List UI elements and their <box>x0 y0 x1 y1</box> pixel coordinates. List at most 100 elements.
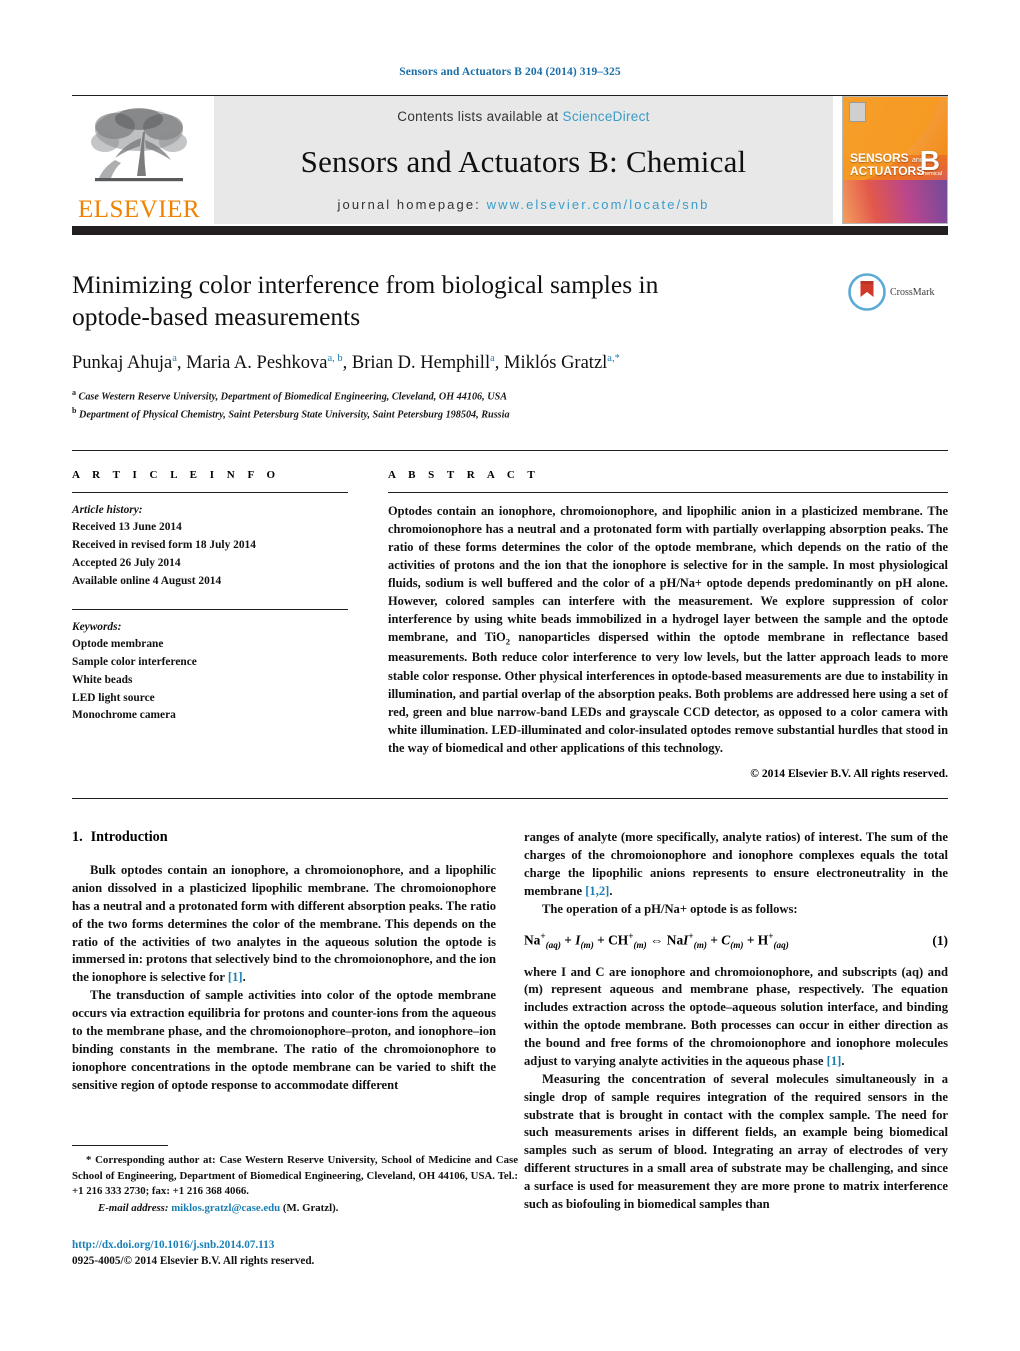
keyword-item: LED light source <box>72 691 155 704</box>
keyword-item: White beads <box>72 673 133 686</box>
issn-copyright-line: 0925-4005/© 2014 Elsevier B.V. All right… <box>72 1254 315 1267</box>
keyword-item: Monochrome camera <box>72 709 176 722</box>
doi-block: http://dx.doi.org/10.1016/j.snb.2014.07.… <box>72 1237 518 1269</box>
paragraph-text-tail: . <box>841 1053 845 1068</box>
homepage-line: journal homepage: www.elsevier.com/locat… <box>338 197 710 212</box>
keyword-item: Optode membrane <box>72 638 164 651</box>
journal-title: Sensors and Actuators B: Chemical <box>300 143 747 179</box>
author-name: Miklós Gratzl <box>504 353 608 374</box>
paragraph: Bulk optodes contain an ionophore, a chr… <box>72 862 496 987</box>
keyword-item: Sample color interference <box>72 656 197 669</box>
elsevier-logo: ELSEVIER <box>72 96 206 224</box>
elsevier-tree-icon <box>91 108 187 182</box>
equation-number: (1) <box>932 932 948 948</box>
running-head: Sensors and Actuators B 204 (2014) 319–3… <box>399 66 621 78</box>
abstract-part1: Optodes contain an ionophore, chromoiono… <box>388 503 948 645</box>
abstract-column: A B S T R A C T Optodes contain an ionop… <box>388 469 948 780</box>
cover-title-line2: ACTUATORS <box>850 164 925 179</box>
author-affil-mark: a <box>490 353 495 365</box>
affiliation-text: Department of Physical Chemistry, Saint … <box>79 409 510 421</box>
info-abstract-row: A R T I C L E I N F O Article history: R… <box>72 469 948 780</box>
author-name: Maria A. Peshkova <box>186 353 328 374</box>
author-affil-mark: a <box>172 353 177 365</box>
author-list: Punkaj Ahujaa, Maria A. Peshkovaa, b, Br… <box>72 353 620 374</box>
banner-bottom-bar <box>72 226 948 235</box>
article-history: Article history: Received 13 June 2014 R… <box>72 502 348 591</box>
article-page: Sensors and Actuators B 204 (2014) 319–3… <box>0 0 1020 1351</box>
section-title: Introduction <box>90 829 168 846</box>
section-number: 1. <box>72 829 83 846</box>
paragraph: where I and C are ionophore and chromoio… <box>524 964 948 1071</box>
crossmark-label: CrossMark <box>890 286 935 298</box>
affiliation-item: a Case Western Reserve University, Depar… <box>72 387 832 405</box>
history-item: Available online 4 August 2014 <box>72 574 222 587</box>
history-item: Received 13 June 2014 <box>72 521 182 534</box>
author-name: Brian D. Hemphill <box>351 353 491 374</box>
cover-letter-b-sub: Chemical <box>919 171 942 178</box>
paragraph: The transduction of sample activities in… <box>72 988 496 1092</box>
affiliation-mark: a <box>72 388 76 398</box>
journal-cover-thumbnail: SENSORS and ACTUATORS B Chemical <box>842 96 948 224</box>
title-block: Minimizing color interference from biolo… <box>72 269 948 424</box>
paragraph-text-tail: . <box>609 883 613 898</box>
contents-line: Contents lists available at ScienceDirec… <box>397 109 649 124</box>
article-history-label: Article history: <box>72 503 143 516</box>
abstract-rule <box>388 491 948 493</box>
email-label: E-mail address: <box>98 1202 169 1215</box>
reference-link[interactable]: [1] <box>228 970 243 984</box>
reference-link[interactable]: [1] <box>827 1054 842 1068</box>
abstract-heading: A B S T R A C T <box>388 468 540 481</box>
banner-center: Contents lists available at ScienceDirec… <box>214 96 833 224</box>
equation-body: Na+(aq) + I(m) + CH+(m) ⇔ NaI+(m) + C(m)… <box>524 931 789 951</box>
keywords-label: Keywords: <box>72 620 122 633</box>
email-link[interactable]: miklos.gratzl@case.edu <box>171 1202 280 1214</box>
author-affil-mark: a, b <box>327 353 343 365</box>
doi-link[interactable]: http://dx.doi.org/10.1016/j.snb.2014.07.… <box>72 1239 274 1251</box>
keywords-block: Keywords: Optode membrane Sample color i… <box>72 619 348 726</box>
article-info-heading: A R T I C L E I N F O <box>72 468 281 481</box>
section-heading-introduction: 1. Introduction <box>72 829 496 846</box>
sciencedirect-link[interactable]: ScienceDirect <box>563 109 650 124</box>
abstract-part2: nanoparticles dispersed within the optod… <box>388 630 948 755</box>
affiliation-text: Case Western Reserve University, Departm… <box>78 391 508 403</box>
abstract-text: Optodes contain an ionophore, chromoiono… <box>388 502 948 757</box>
abstract-copyright: © 2014 Elsevier B.V. All rights reserved… <box>750 767 948 781</box>
crossmark-badge[interactable]: CrossMark <box>848 269 948 311</box>
paragraph-text-tail: . <box>242 970 246 985</box>
email-suffix: (M. Gratzl). <box>282 1202 339 1215</box>
footnote-block: * Corresponding author at: Case Western … <box>72 1145 518 1269</box>
paragraph: The operation of a pH/Na+ optode is as f… <box>542 901 798 916</box>
body-column-right: ranges of analyte (more specifically, an… <box>524 829 948 1214</box>
homepage-prefix: journal homepage: <box>337 197 487 212</box>
journal-homepage-link[interactable]: www.elsevier.com/locate/snb <box>487 197 710 212</box>
journal-banner: ELSEVIER Contents lists available at Sci… <box>72 96 948 224</box>
reference-link[interactable]: [1,2] <box>585 884 609 898</box>
affiliation-mark: b <box>72 406 77 416</box>
affiliation-item: b Department of Physical Chemistry, Sain… <box>72 405 832 423</box>
history-item: Received in revised form 18 July 2014 <box>72 539 256 552</box>
author-affil-mark: a,* <box>607 353 620 365</box>
email-note: E-mail address: miklos.gratzl@case.edu (… <box>72 1201 518 1216</box>
corresponding-author-note: * Corresponding author at: Case Western … <box>72 1154 518 1197</box>
paragraph-text: Bulk optodes contain an ionophore, a chr… <box>72 863 496 985</box>
contents-prefix: Contents lists available at <box>397 109 563 124</box>
author-name: Punkaj Ahuja <box>72 353 173 374</box>
cover-title: SENSORS and ACTUATORS <box>850 152 924 178</box>
cover-title-line1: SENSORS <box>850 151 909 166</box>
page-title: Minimizing color interference from biolo… <box>72 270 659 331</box>
keywords-rule <box>72 608 348 610</box>
paragraph: Measuring the concentration of several m… <box>524 1071 948 1211</box>
paragraph: ranges of analyte (more specifically, an… <box>524 829 948 901</box>
abstract-bottom-rule <box>72 798 948 800</box>
footnote-rule <box>72 1145 168 1147</box>
equation-1: Na+(aq) + I(m) + CH+(m) ⇔ NaI+(m) + C(m)… <box>524 931 948 950</box>
crossmark-icon <box>848 273 886 311</box>
article-info-column: A R T I C L E I N F O Article history: R… <box>72 469 388 780</box>
history-item: Accepted 26 July 2014 <box>72 556 181 569</box>
paragraph-text: where I and C are ionophore and chromoio… <box>524 964 948 1068</box>
article-info-rule <box>72 491 348 493</box>
info-top-rule <box>72 449 948 451</box>
cover-elsevier-mark-icon <box>849 102 866 122</box>
elsevier-wordmark: ELSEVIER <box>77 196 201 223</box>
affiliations: a Case Western Reserve University, Depar… <box>72 387 832 423</box>
